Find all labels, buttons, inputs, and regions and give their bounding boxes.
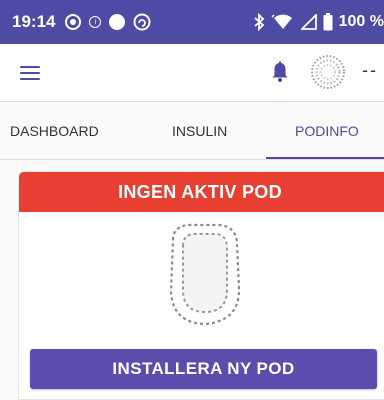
tab-insulin[interactable]: INSULIN	[172, 102, 227, 160]
hamburger-menu-icon[interactable]	[20, 66, 40, 80]
tab-bar: DASHBOARD INSULIN PODINFO	[0, 102, 384, 160]
tab-podinfo[interactable]: PODINFO	[295, 102, 359, 160]
pod-outline-icon	[169, 223, 241, 326]
solid-circle-icon	[109, 14, 126, 30]
wifi-icon	[271, 14, 292, 29]
tab-dashboard[interactable]: DASHBOARD	[10, 102, 99, 160]
signal-icon	[300, 14, 317, 30]
info-circle-icon: i	[89, 16, 102, 28]
install-new-pod-button[interactable]: INSTALLERA NY POD	[30, 349, 377, 389]
bluetooth-icon	[254, 13, 264, 31]
pod-info-card: INGEN AKTIV POD INSTALLERA NY POD	[18, 171, 384, 400]
no-active-pod-banner: INGEN AKTIV POD	[19, 172, 384, 212]
status-time: 19:14	[12, 12, 56, 31]
bell-icon[interactable]	[268, 60, 292, 84]
app-screen: 19:14 i 100 % -- DASHBOARD INSULIN PODIN…	[0, 0, 384, 400]
sync-circle-icon	[133, 13, 151, 31]
pod-status-indicator-icon[interactable]	[310, 54, 346, 90]
pod-status-text: --	[362, 60, 378, 80]
status-system-icons: 100 %	[253, 0, 384, 44]
status-notification-icons: i	[65, 13, 151, 31]
battery-icon	[323, 13, 333, 31]
battery-percent: 100 %	[338, 13, 384, 30]
circle-dot-icon	[65, 14, 82, 30]
status-bar: 19:14 i 100 %	[0, 0, 384, 44]
active-tab-indicator	[266, 157, 384, 159]
app-bar: --	[0, 44, 384, 102]
